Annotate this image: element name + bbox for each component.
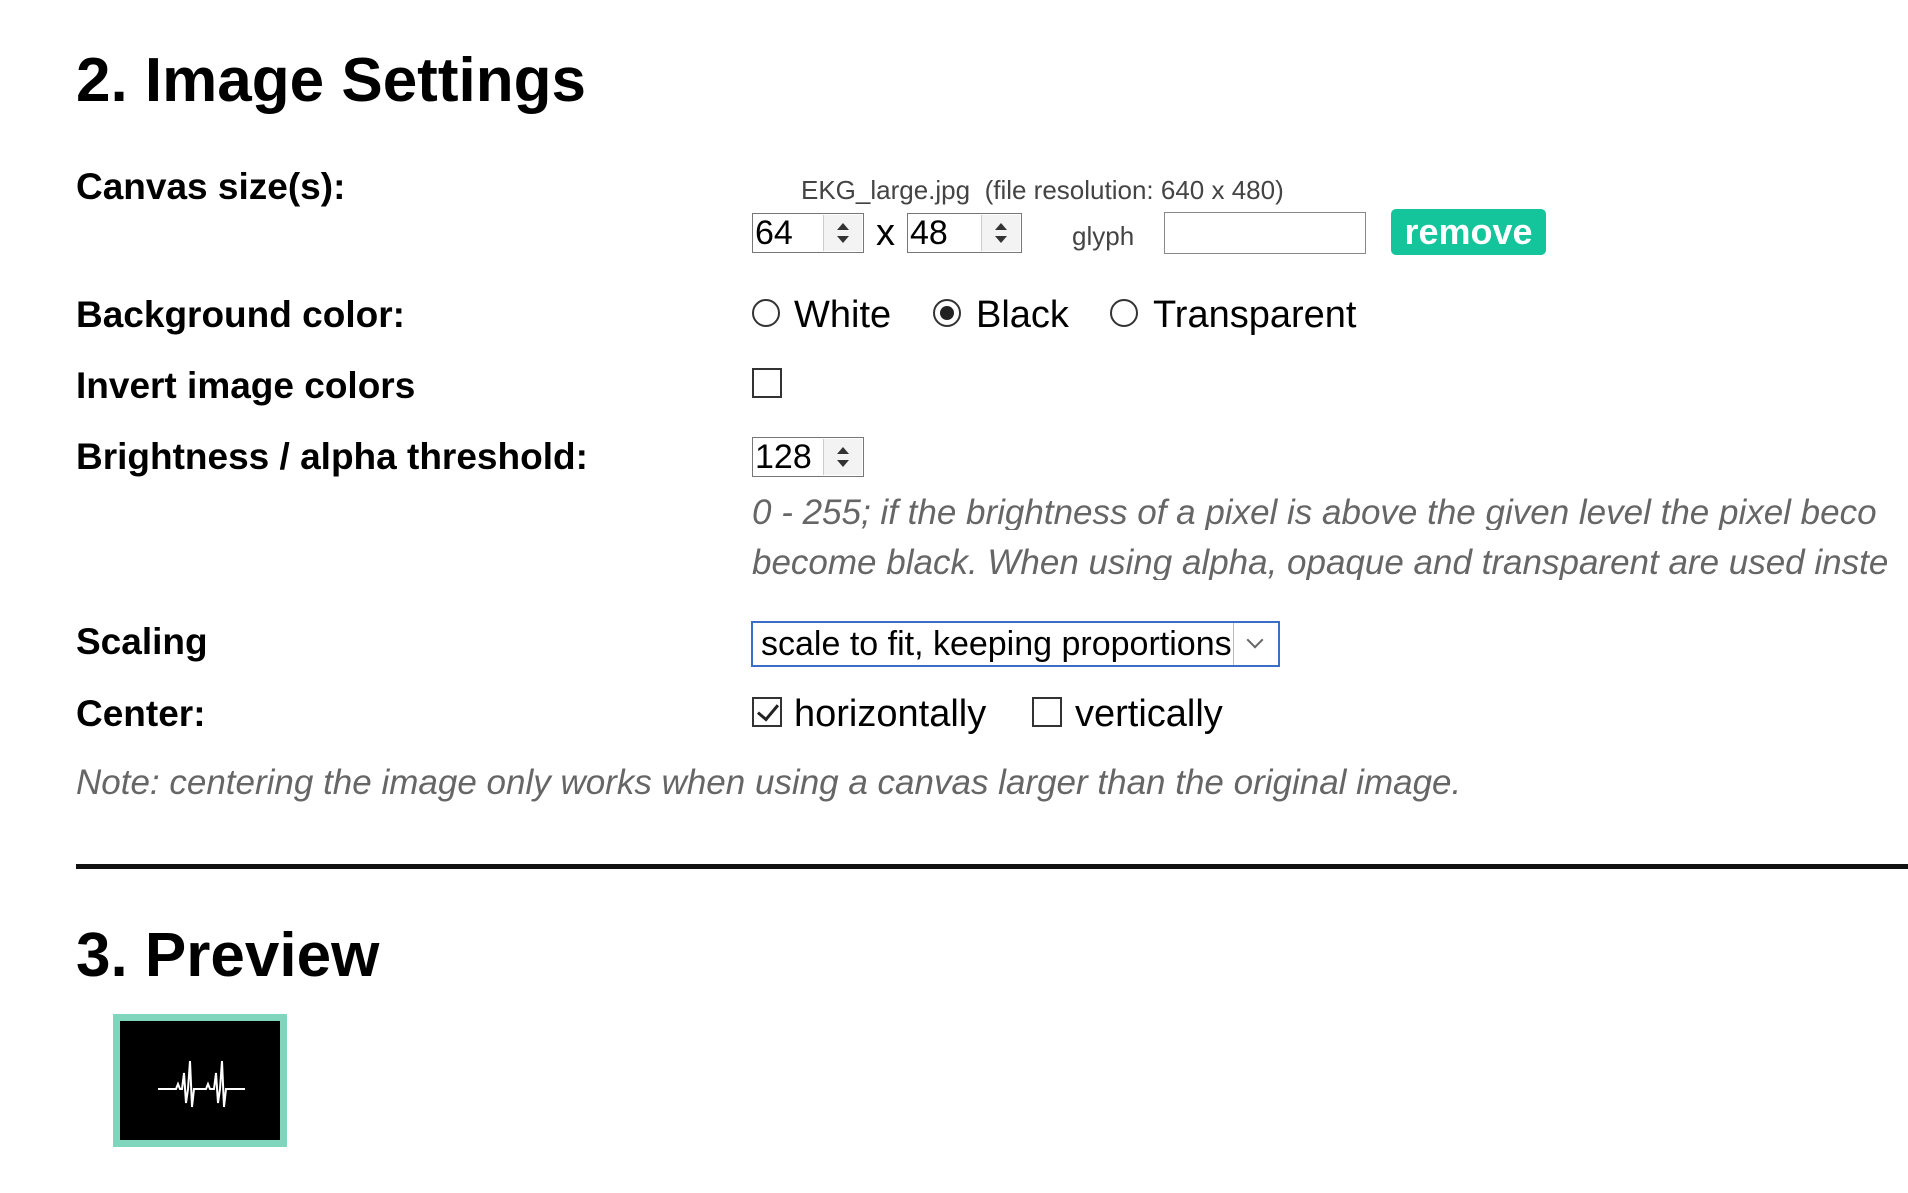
background-white-radio[interactable] — [752, 299, 780, 327]
threshold-spinner-icon[interactable] — [823, 439, 862, 475]
canvas-file-resolution: (file resolution: 640 x 480) — [984, 175, 1284, 205]
canvas-height-value: 48 — [910, 214, 948, 252]
canvas-width-input[interactable]: 64 — [752, 213, 864, 253]
invert-colors-checkbox[interactable] — [752, 368, 782, 398]
scaling-label: Scaling — [76, 621, 208, 662]
ekg-waveform-icon — [158, 1060, 245, 1108]
scaling-select[interactable]: scale to fit, keeping proportions — [751, 621, 1280, 667]
height-spinner-icon[interactable] — [981, 215, 1020, 251]
center-vertically-checkbox[interactable] — [1032, 697, 1062, 727]
threshold-hint-line-2: become black. When using alpha, opaque a… — [752, 545, 1889, 580]
preview-frame — [113, 1014, 287, 1147]
section-divider — [76, 864, 1908, 869]
center-note: Note: centering the image only works whe… — [76, 763, 1462, 802]
center-horizontally-checkbox[interactable] — [752, 697, 782, 727]
width-spinner-icon[interactable] — [823, 215, 862, 251]
background-black-radio[interactable] — [933, 299, 961, 327]
canvas-size-label: Canvas size(s): — [76, 166, 346, 207]
canvas-filename: EKG_large.jpg — [801, 175, 971, 205]
remove-button[interactable]: remove — [1391, 209, 1546, 255]
invert-colors-label: Invert image colors — [76, 365, 416, 406]
center-horizontally-label[interactable]: horizontally — [794, 695, 986, 733]
background-black-label[interactable]: Black — [976, 296, 1069, 334]
background-white-label[interactable]: White — [794, 296, 891, 334]
center-vertically-label[interactable]: vertically — [1075, 695, 1223, 733]
canvas-height-input[interactable]: 48 — [907, 213, 1022, 253]
background-transparent-label[interactable]: Transparent — [1153, 296, 1356, 334]
section-title-image-settings: 2. Image Settings — [76, 46, 586, 115]
background-color-label: Background color: — [76, 294, 405, 335]
canvas-file-info: EKG_large.jpg (file resolution: 640 x 48… — [801, 177, 1284, 203]
scaling-selected-value: scale to fit, keeping proportions — [761, 625, 1232, 663]
center-label: Center: — [76, 693, 206, 734]
threshold-input[interactable]: 128 — [752, 437, 864, 477]
canvas-size-separator: x — [876, 212, 895, 254]
glyph-label: glyph — [1072, 221, 1135, 251]
threshold-value: 128 — [755, 438, 812, 476]
canvas-width-value: 64 — [755, 214, 793, 252]
threshold-hint-line-1: 0 - 255; if the brightness of a pixel is… — [752, 495, 1877, 530]
section-title-preview: 3. Preview — [76, 921, 380, 990]
preview-canvas — [120, 1021, 280, 1140]
chevron-down-icon[interactable] — [1233, 623, 1278, 665]
background-transparent-radio[interactable] — [1110, 299, 1138, 327]
threshold-label: Brightness / alpha threshold: — [76, 436, 588, 477]
glyph-input[interactable] — [1164, 212, 1366, 254]
